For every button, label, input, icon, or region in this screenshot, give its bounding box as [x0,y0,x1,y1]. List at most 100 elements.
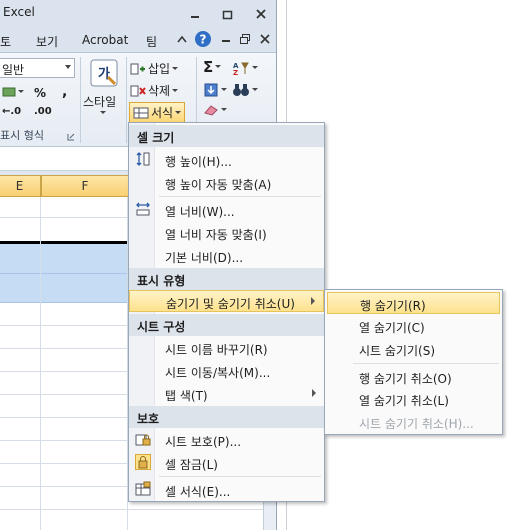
submenu-arrow-icon [312,389,316,397]
styles-button[interactable]: 가 스타일 [83,57,125,121]
svg-text:?: ? [200,33,207,47]
decrease-decimal-button[interactable]: .00 [34,106,52,117]
hide-unhide-submenu: 행 숨기기(R) 열 숨기기(C) 시트 숨기기(S) 행 숨기기 취소(O) … [324,289,503,435]
fill-button[interactable] [203,82,227,98]
minimize-button[interactable] [182,4,208,24]
column-header-f[interactable]: F [41,175,129,197]
chevron-down-icon [221,108,227,111]
grid-line [40,197,41,530]
dialog-launcher-icon[interactable] [67,130,75,144]
column-header-e[interactable]: E [0,175,41,197]
svg-text:Z: Z [233,69,238,76]
column-label: E [15,179,24,193]
tab-acrobat[interactable]: Acrobat [82,33,128,47]
sort-filter-button[interactable]: AZ [232,60,258,76]
menu-item-label: 행 높이(H)... [165,155,232,169]
submenu-arrow-icon [311,297,315,305]
menu-separator [159,476,321,477]
insert-button[interactable]: 삽입 [130,60,179,77]
clear-button[interactable] [203,103,227,117]
accounting-format-button[interactable] [2,86,24,98]
menu-item-autofit-column[interactable]: 열 너비 자동 맞춤(I) [129,222,324,244]
menu-item-format-cells[interactable]: 셀 서식(E)... [129,479,324,501]
styles-icon: 가 [90,59,118,87]
chevron-down-icon [172,66,179,70]
submenu-item-unhide-sheet: 시트 숨기기 취소(H)... [327,411,500,433]
close-button[interactable] [248,4,274,24]
help-icon[interactable]: ? [194,30,212,48]
find-select-button[interactable] [232,82,258,98]
chevron-down-icon [215,65,222,68]
format-menu: 셀 크기 행 높이(H)... 행 높이 자동 맞춤(A) 열 너비(W)...… [128,122,325,502]
menu-item-label: 탭 색(T) [165,389,208,403]
submenu-item-hide-columns[interactable]: 열 숨기기(C) [327,315,500,337]
menu-separator [353,363,499,364]
comma-button[interactable]: , [62,84,67,100]
tab-view[interactable]: 보기 [36,33,58,50]
delete-icon [130,85,146,96]
menu-separator [159,196,321,197]
insert-icon [130,63,145,74]
chevron-down-icon [221,88,227,91]
format-cells-icon [135,481,151,497]
doc-close-icon[interactable] [257,31,273,47]
format-button[interactable]: 서식 [129,102,186,123]
submenu-item-unhide-columns[interactable]: 열 숨기기 취소(L) [327,388,500,410]
menu-item-tab-color[interactable]: 탭 색(T) [129,383,324,405]
increase-decimal-button[interactable]: ←.0 [2,106,21,117]
submenu-item-label: 행 숨기기(R) [360,299,426,313]
eraser-icon [204,105,218,116]
tab-team[interactable]: 팀 [146,33,157,50]
menu-item-protect-sheet[interactable]: 시트 보호(P)... [129,429,324,451]
menu-item-label: 행 높이 자동 맞춤(A) [165,178,272,192]
menu-item-label: 셀 서식(E)... [165,485,231,499]
submenu-item-label: 시트 숨기기(S) [359,344,435,358]
submenu-item-hide-rows[interactable]: 행 숨기기(R) [327,292,500,314]
menu-item-lock-cell[interactable]: 셀 잠금(L) [129,452,324,474]
percent-button[interactable]: % [34,86,46,100]
menu-item-hide-unhide[interactable]: 숨기기 및 숨기기 취소(U) [129,290,324,312]
menu-item-label: 시트 이동/복사(M)... [165,366,271,380]
submenu-item-hide-sheet[interactable]: 시트 숨기기(S) [327,338,500,360]
protect-sheet-icon [135,431,151,447]
autosum-button[interactable]: Σ [203,58,222,76]
insert-label: 삽입 [148,62,171,76]
doc-restore-icon[interactable] [237,31,253,47]
menu-item-default-width[interactable]: 기본 너비(D)... [129,245,324,267]
collapse-ribbon-icon[interactable] [174,31,190,47]
delete-button[interactable]: 삭제 [130,82,179,99]
chevron-down-icon [175,110,182,114]
sum-icon: Σ [203,58,214,76]
chevron-down-icon [100,111,106,114]
title-bar: Excel [0,0,276,28]
menu-item-row-height[interactable]: 행 높이(H)... [129,149,324,171]
tab-review[interactable]: 토 [0,33,11,50]
menu-item-label: 열 너비 자동 맞춤(I) [165,228,267,242]
binoculars-icon [233,84,249,96]
column-width-icon [135,201,151,217]
menu-item-label: 셀 잠금(L) [165,458,218,472]
number-group-label: 표시 형식 [0,129,44,142]
sort-filter-icon: AZ [233,62,249,76]
doc-minimize-icon[interactable] [218,31,234,47]
submenu-item-label: 시트 숨기기 취소(H)... [359,417,474,431]
restore-icon [222,10,232,19]
menu-item-autofit-row[interactable]: 행 높이 자동 맞춤(A) [129,172,324,194]
menu-item-label: 숨기기 및 숨기기 취소(U) [166,297,295,311]
ribbon-separator [80,57,81,143]
submenu-item-label: 열 숨기기(C) [359,321,425,335]
menu-item-column-width[interactable]: 열 너비(W)... [129,199,324,221]
restore-button[interactable] [214,4,240,24]
section-cell-size: 셀 크기 [129,125,324,147]
close-icon [256,9,266,19]
submenu-item-unhide-rows[interactable]: 행 숨기기 취소(O) [327,366,500,388]
menu-item-rename-sheet[interactable]: 시트 이름 바꾸기(R) [129,337,324,359]
section-organize-sheets: 시트 구성 [129,314,324,336]
minimize-icon [191,16,199,18]
ribbon-separator [126,57,127,143]
styles-label: 스타일 [83,95,117,109]
number-format-select[interactable]: 일반 [0,58,75,78]
menu-item-move-copy-sheet[interactable]: 시트 이동/복사(M)... [129,360,324,382]
ribbon-tabs: 토 보기 Acrobat 팀 ? [0,28,276,52]
column-label: F [81,179,89,193]
